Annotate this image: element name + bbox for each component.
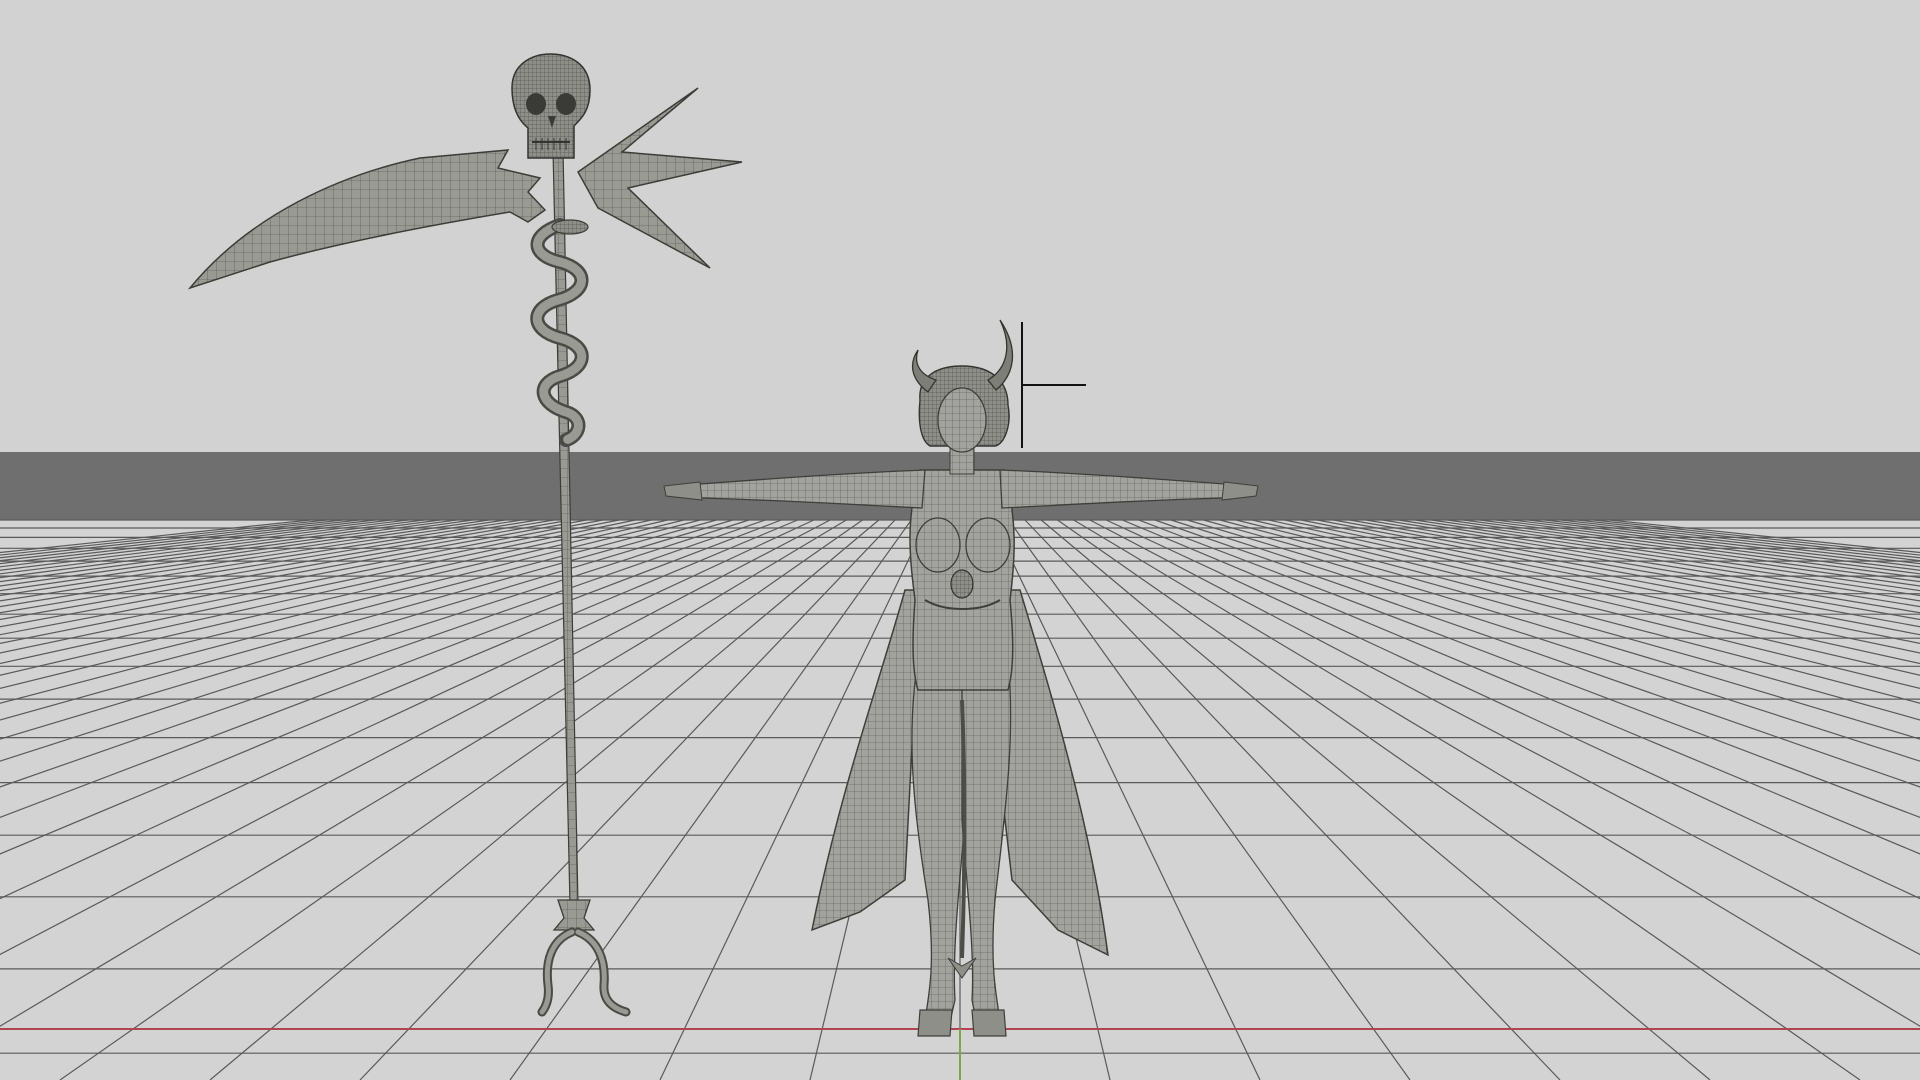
character-chest-left: [915, 517, 961, 573]
character-belt-skull: [950, 569, 974, 599]
character-left-shoe: [917, 1009, 953, 1037]
viewport-scene[interactable]: [0, 0, 1920, 1080]
3d-viewport[interactable]: [0, 0, 1920, 1080]
character-head[interactable]: [937, 387, 987, 453]
character-chest-right: [965, 517, 1011, 573]
scythe-collar: [551, 219, 589, 235]
character-right-shoe: [971, 1009, 1007, 1037]
